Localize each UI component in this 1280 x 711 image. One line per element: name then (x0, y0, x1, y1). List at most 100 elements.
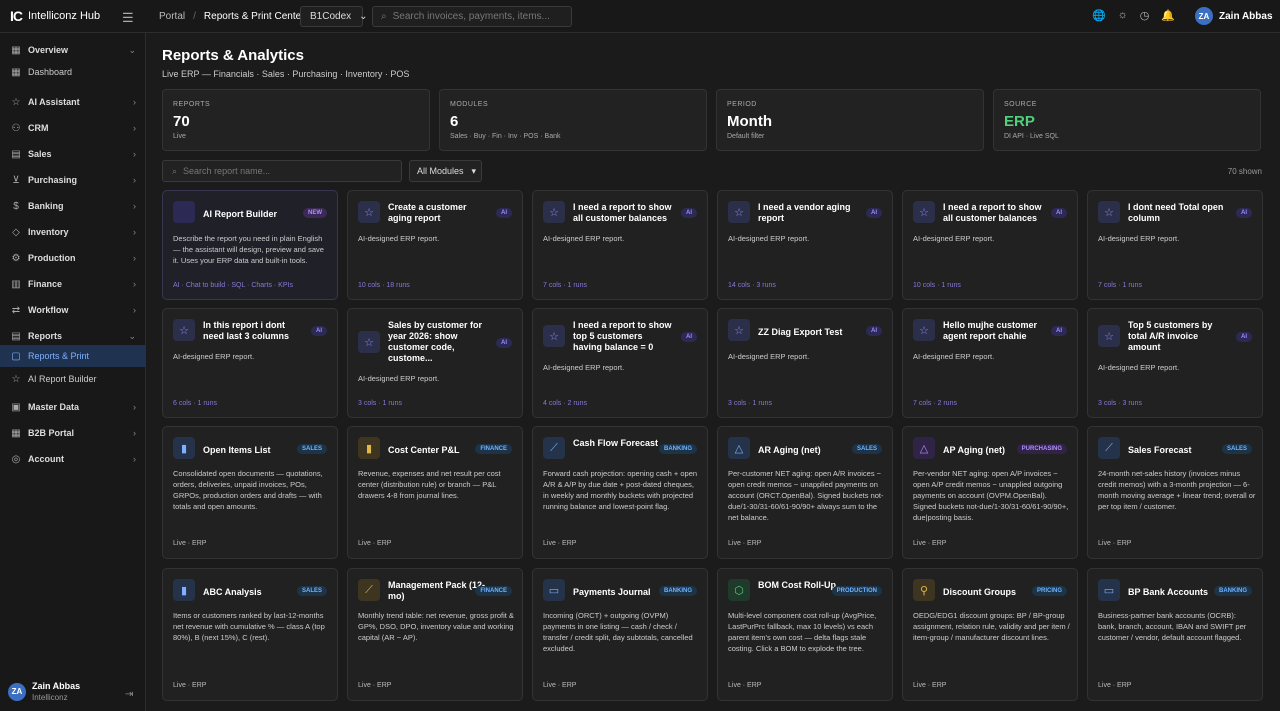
card-description: Business-partner bank accounts (OCRB): b… (1098, 611, 1247, 642)
report-card[interactable]: ☆ Sales by customer for year 2026: show … (347, 308, 523, 418)
report-card[interactable]: ▮ Cost Center P&L FINANCE Revenue, expen… (347, 426, 523, 559)
top-bar: IC Intelliconz Hub ☰ Portal / Reports & … (0, 0, 1280, 33)
card-title: Sales by customer for year 2026: show cu… (388, 320, 483, 363)
sidebar-item-workflow[interactable]: ⇄ Workflow › (0, 297, 146, 323)
report-card[interactable]: ☆ I need a report to show all customer b… (532, 190, 708, 300)
star-icon: ☆ (913, 319, 935, 341)
card-footer: Live · ERP (1098, 540, 1132, 547)
card-badge: PRODUCTION (831, 586, 882, 596)
sidebar-item-banking[interactable]: $ Banking › (0, 193, 146, 219)
card-badge: AI (1236, 208, 1252, 218)
report-card[interactable]: ⚲ Discount Groups PRICING OEDG/EDG1 disc… (902, 568, 1078, 701)
report-search-input[interactable]: Search report name... (183, 166, 270, 176)
chevron-down-icon: ⌄ (128, 330, 136, 341)
sidebar-item-label: Finance (28, 279, 63, 289)
card-title: I dont need Total open column (1128, 202, 1224, 223)
report-card[interactable]: ☆ In this report i dont need last 3 colu… (162, 308, 338, 418)
chevron-right-icon: › (133, 201, 136, 211)
report-card[interactable]: ⟋ Management Pack (12-mo) FINANCE Monthl… (347, 568, 523, 701)
breadcrumb-separator: / (193, 11, 196, 22)
report-card[interactable]: ⬡ BOM Cost Roll-Up PRODUCTION Multi-leve… (717, 568, 893, 701)
report-card[interactable]: ▮ ABC Analysis SALES Items or customers … (162, 568, 338, 701)
sidebar-item-purchasing[interactable]: ⊻ Purchasing › (0, 167, 146, 193)
sidebar-item-label: Purchasing (28, 175, 78, 185)
report-card[interactable]: ▭ Payments Journal BANKING Incoming (ORC… (532, 568, 708, 701)
company-selector[interactable]: B1Codex ⌄ (300, 6, 368, 27)
card-footer: Live · ERP (728, 540, 762, 547)
warning-icon: △ (913, 437, 935, 459)
sidebar-user[interactable]: ZA Zain Abbas Intelliconz (8, 681, 80, 702)
report-card[interactable]: ☆ ZZ Diag Export Test AI AI-designed ERP… (717, 308, 893, 418)
sidebar-item-account[interactable]: ◎ Account › (0, 446, 146, 472)
module-select[interactable]: All Modules ▾ (409, 160, 482, 182)
report-card[interactable]: ☆ I need a report to show all customer b… (902, 190, 1078, 300)
sidebar-item-inventory[interactable]: ◇ Inventory › (0, 219, 146, 245)
sidebar-item-ai-assistant[interactable]: ☆ AI Assistant › (0, 89, 146, 115)
card-footer: Live · ERP (358, 682, 392, 689)
menu-toggle-icon[interactable]: ☰ (122, 10, 134, 26)
report-card[interactable]: ⟋ Sales Forecast SALES 24-month net-sale… (1087, 426, 1263, 559)
report-card[interactable]: ☆ Hello mujhe customer agent report chah… (902, 308, 1078, 418)
logout-icon[interactable]: ⇥ (125, 689, 133, 700)
bar-chart-icon: ▮ (173, 437, 195, 459)
card-title: Hello mujhe customer agent report chahie (943, 320, 1038, 341)
report-card[interactable]: ☆ I need a vendor aging report AI AI-des… (717, 190, 893, 300)
sidebar-item-b2b-portal[interactable]: ▦ B2B Portal › (0, 420, 146, 446)
sidebar-item-dashboard[interactable]: ▦ Dashboard (0, 59, 146, 85)
sidebar-item-crm[interactable]: ⚇ CRM › (0, 115, 146, 141)
user-menu[interactable]: ZA Zain Abbas (1195, 7, 1273, 25)
card-description: Incoming (ORCT) + outgoing (OVPM) paymen… (543, 611, 693, 653)
portal-icon: ▦ (11, 427, 21, 439)
line-chart-icon: ⟋ (1098, 437, 1120, 459)
report-card[interactable]: ⟋ Cash Flow Forecast BANKING Forward cas… (532, 426, 708, 559)
sidebar-item-label: Reports & Print (28, 351, 90, 361)
sidebar-item-finance[interactable]: ▥ Finance › (0, 271, 146, 297)
card-title: I need a report to show all customer bal… (943, 202, 1042, 223)
bank-icon: ▭ (1098, 579, 1120, 601)
star-icon: ☆ (358, 331, 380, 353)
sidebar-item-reports-print[interactable]: ▢ Reports & Print (0, 345, 146, 367)
sidebar-item-master-data[interactable]: ▣ Master Data › (0, 394, 146, 420)
report-card[interactable]: ☆ Create a customer aging report AI AI-d… (347, 190, 523, 300)
bar-chart-icon: ▮ (358, 437, 380, 459)
chevron-right-icon: › (133, 428, 136, 438)
report-card[interactable]: △ AP Aging (net) PURCHASING Per-vendor N… (902, 426, 1078, 559)
card-title: Management Pack (12-mo) (388, 580, 486, 601)
report-card[interactable]: △ AR Aging (net) SALES Per-customer NET … (717, 426, 893, 559)
clock-icon[interactable]: ◷ (1140, 9, 1150, 22)
stat-modules: MODULES 6 Sales · Buy · Fin · Inv · POS … (439, 89, 707, 151)
bell-icon[interactable]: 🔔 (1161, 9, 1175, 22)
sidebar-item-sales[interactable]: ▤ Sales › (0, 141, 146, 167)
brand[interactable]: IC Intelliconz Hub (10, 8, 100, 24)
report-card[interactable]: ▮ Open Items List SALES Consolidated ope… (162, 426, 338, 559)
report-card[interactable]: ▭ BP Bank Accounts BANKING Business-part… (1087, 568, 1263, 701)
card-description: Per-customer NET aging: open A/R invoice… (728, 469, 884, 522)
global-search[interactable]: ⌕ Search invoices, payments, items... (372, 6, 572, 27)
theme-icon[interactable]: ☼ (1118, 9, 1128, 22)
sidebar-item-production[interactable]: ⚙ Production › (0, 245, 146, 271)
card-footer: Live · ERP (173, 682, 207, 689)
card-badge: BANKING (1214, 586, 1252, 596)
sidebar-item-ai-report-builder[interactable]: ☆ AI Report Builder (0, 366, 146, 392)
chevron-right-icon: › (133, 123, 136, 133)
card-footer: 3 cols · 1 runs (728, 400, 772, 407)
globe-icon[interactable]: 🌐 (1092, 9, 1106, 22)
card-badge: PURCHASING (1016, 444, 1067, 454)
report-card[interactable]: ☆ Top 5 customers by total A/R invoice a… (1087, 308, 1263, 418)
report-card-ai-builder[interactable]: AI Report Builder NEW Describe the repor… (162, 190, 338, 300)
payments-icon: ▭ (543, 579, 565, 601)
report-search[interactable]: ⌕ Search report name... (162, 160, 402, 182)
sidebar-item-label: Reports (28, 331, 63, 341)
stat-reports: REPORTS 70 Live (162, 89, 430, 151)
card-title: Payments Journal (573, 587, 651, 597)
card-footer: Live · ERP (913, 540, 947, 547)
breadcrumb-portal[interactable]: Portal (159, 11, 185, 22)
sidebar-item-label: Account (28, 454, 64, 464)
card-description: AI-designed ERP report. (913, 352, 995, 361)
global-search-input[interactable]: Search invoices, payments, items... (393, 11, 550, 22)
report-card[interactable]: ☆ I need a report to show top 5 customer… (532, 308, 708, 418)
gear-icon: ⚙ (11, 252, 21, 264)
report-card[interactable]: ☆ I dont need Total open column AI AI-de… (1087, 190, 1263, 300)
card-badge: SALES (1221, 444, 1252, 454)
star-icon: ☆ (1098, 325, 1120, 347)
